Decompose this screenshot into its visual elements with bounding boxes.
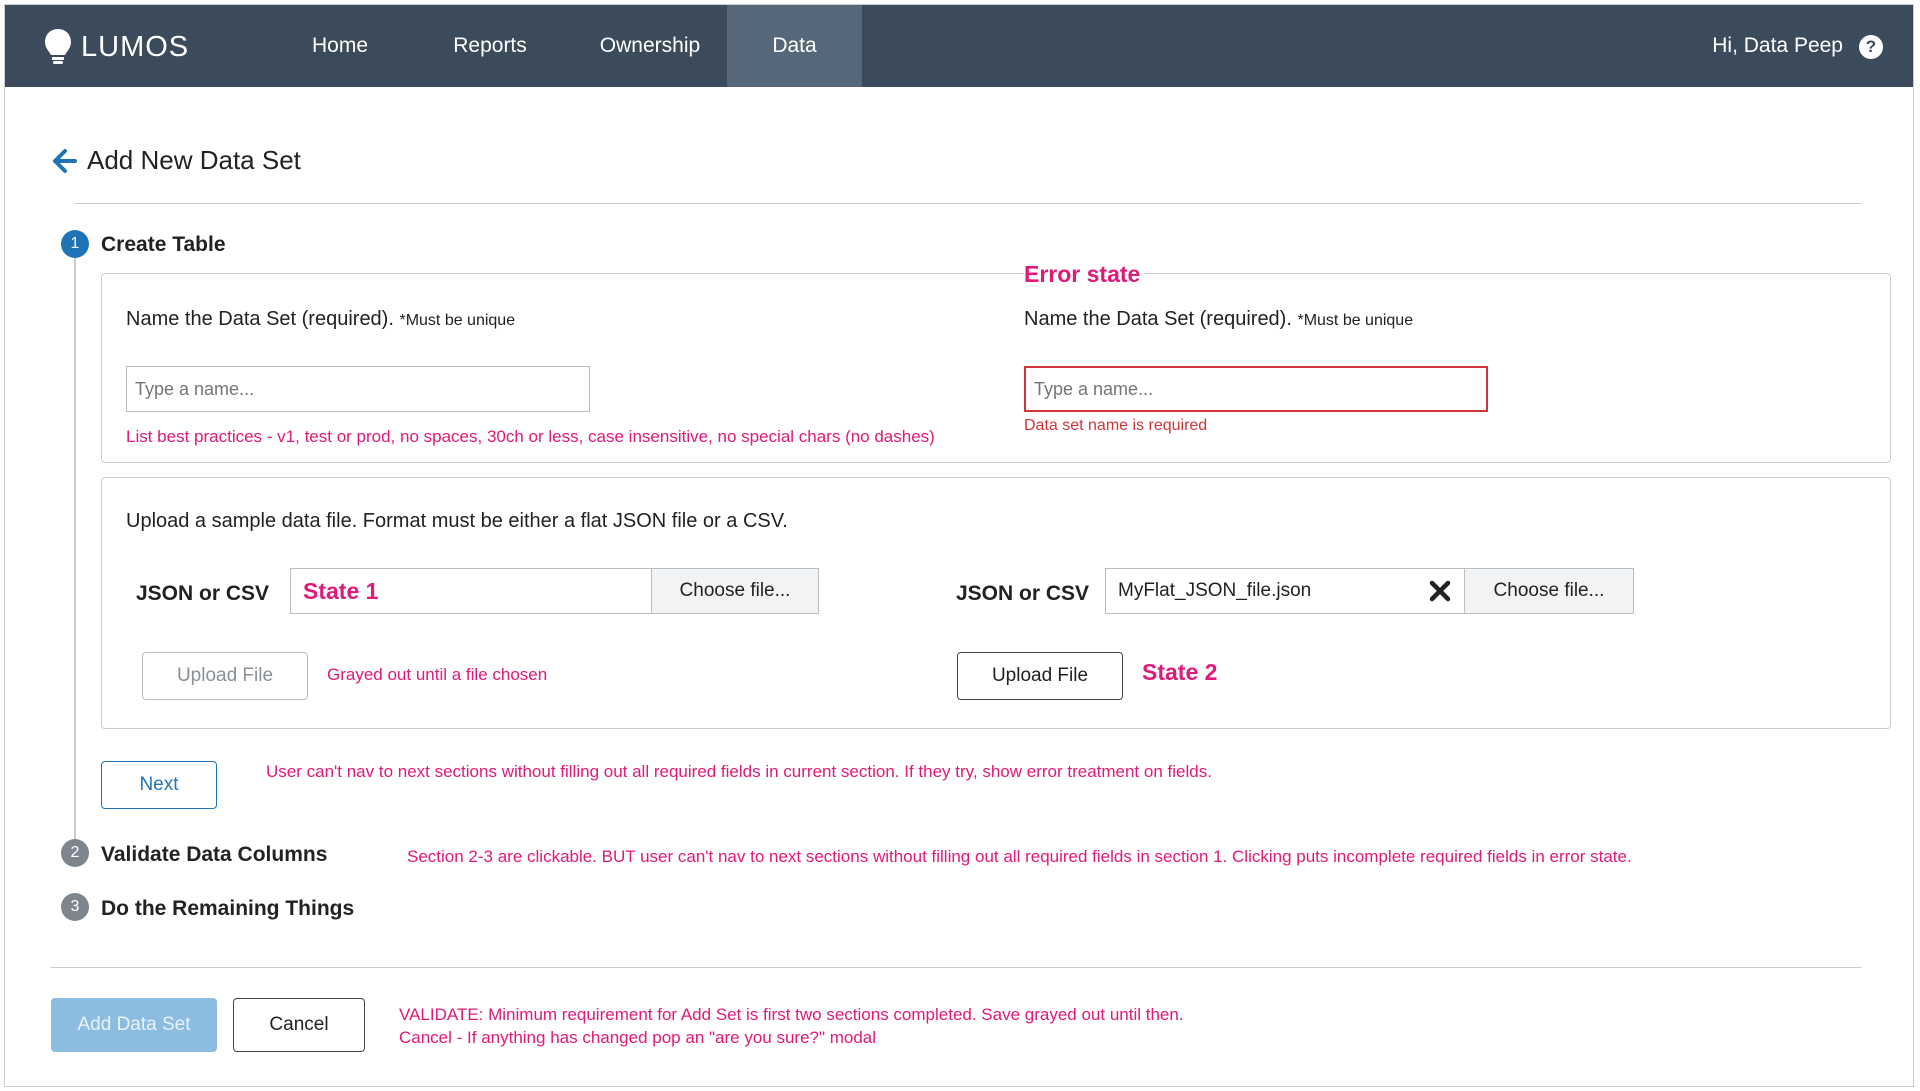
step-connector [74,249,76,849]
lightbulb-icon [45,29,71,64]
next-button[interactable]: Next [101,761,217,809]
name-error-message: Data set name is required [1024,417,1208,434]
data-set-name-input[interactable] [126,366,590,412]
step-title-validate-data-columns[interactable]: Validate Data Columns [101,843,327,867]
add-data-set-button[interactable]: Add Data Set [51,998,217,1052]
file-type-label: JSON or CSV [136,582,270,605]
data-set-name-input-error[interactable] [1024,366,1488,412]
error-name-label: Name the Data Set (required). *Must be u… [1024,308,1414,330]
back-arrow-icon[interactable] [51,148,77,174]
page-title: Add New Data Set [87,145,301,175]
step-number-3[interactable]: 3 [61,893,89,921]
choose-file-button-state-2[interactable]: Choose file... [1464,568,1634,614]
help-icon[interactable]: ? [1859,35,1883,59]
upload-file-button-disabled[interactable]: Upload File [142,652,308,700]
top-nav: LUMOS Home Reports Ownership Data Hi, Da… [5,5,1913,87]
file-type-label-state-2: JSON or CSV [956,582,1090,605]
step-number-2[interactable]: 2 [61,839,89,867]
nav-item-home[interactable]: Home [280,5,400,87]
user-greeting[interactable]: Hi, Data Peep [1712,5,1843,87]
best-practices-note: List best practices - v1, test or prod, … [126,427,935,446]
upload-disabled-note: Grayed out until a file chosen [327,665,548,684]
clear-file-icon[interactable] [1429,580,1451,602]
state-1-annotation: State 1 [303,578,379,604]
upload-instruction: Upload a sample data file. Format must b… [126,510,788,532]
cancel-button[interactable]: Cancel [233,998,365,1052]
upload-card: Upload a sample data file. Format must b… [101,477,1891,729]
sections-note: Section 2-3 are clickable. BUT user can'… [407,847,1632,866]
error-state-annotation: Error state [1024,261,1145,288]
next-note: User can't nav to next sections without … [266,762,1212,781]
step-title-do-the-remaining-things[interactable]: Do the Remaining Things [101,897,354,921]
brand-name: LUMOS [81,30,190,63]
step-title-create-table[interactable]: Create Table [101,233,226,257]
cancel-note: Cancel - If anything has changed pop an … [399,1028,877,1047]
app-frame: LUMOS Home Reports Ownership Data Hi, Da… [4,4,1914,1087]
file-name-field-filled[interactable]: MyFlat_JSON_file.json [1105,568,1465,614]
upload-file-button[interactable]: Upload File [957,652,1123,700]
state-2-annotation: State 2 [1142,659,1218,685]
validate-note: VALIDATE: Minimum requirement for Add Se… [399,1005,1184,1024]
divider [75,203,1861,204]
step-number-1[interactable]: 1 [61,230,89,258]
nav-item-data[interactable]: Data [727,5,862,87]
file-name-field[interactable]: State 1 [290,568,652,614]
nav-item-ownership[interactable]: Ownership [570,5,730,87]
name-label: Name the Data Set (required). *Must be u… [126,308,516,330]
choose-file-button[interactable]: Choose file... [651,568,819,614]
divider [51,967,1861,968]
name-card: Name the Data Set (required). *Must be u… [101,261,1891,463]
nav-item-reports[interactable]: Reports [425,5,555,87]
brand-logo[interactable]: LUMOS [43,27,189,67]
